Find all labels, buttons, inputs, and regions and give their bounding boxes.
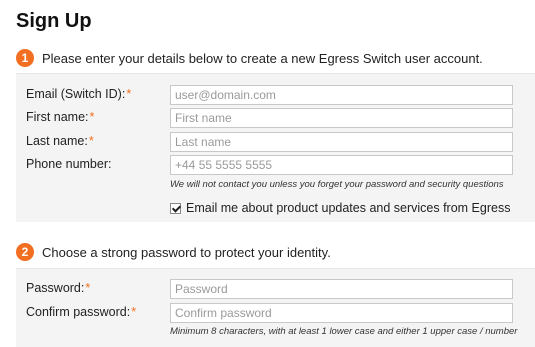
required-marker: * bbox=[85, 281, 91, 295]
password-label: Password:* bbox=[26, 281, 91, 295]
password-field[interactable] bbox=[170, 279, 513, 299]
required-marker: * bbox=[89, 110, 95, 124]
step-1-text: Please enter your details below to creat… bbox=[42, 50, 483, 66]
confirm-password-label: Confirm password:* bbox=[26, 305, 137, 319]
first-name-label: First name:* bbox=[26, 110, 95, 124]
marketing-opt-in[interactable]: Email me about product updates and servi… bbox=[170, 201, 510, 215]
confirm-password-field[interactable] bbox=[170, 303, 513, 323]
last-name-field[interactable] bbox=[170, 132, 513, 152]
step-2-header: 2 Choose a strong password to protect yo… bbox=[16, 243, 331, 261]
last-name-label: Last name:* bbox=[26, 134, 94, 148]
step-1-header: 1 Please enter your details below to cre… bbox=[16, 49, 483, 67]
required-marker: * bbox=[88, 134, 94, 148]
page-title: Sign Up bbox=[16, 10, 92, 32]
step-1-badge: 1 bbox=[16, 49, 34, 67]
required-marker: * bbox=[126, 87, 132, 101]
phone-hint: We will not contact you unless you forge… bbox=[170, 179, 504, 190]
first-name-row: First name:* bbox=[26, 108, 513, 128]
email-field[interactable] bbox=[170, 85, 513, 105]
email-label: Email (Switch ID):* bbox=[26, 87, 132, 101]
account-details-panel: Email (Switch ID):* First name:* Last na… bbox=[16, 73, 535, 222]
marketing-checkbox[interactable] bbox=[170, 202, 181, 214]
marketing-checkbox-label: Email me about product updates and servi… bbox=[186, 201, 511, 215]
phone-label: Phone number: bbox=[26, 157, 112, 171]
password-hint: Minimum 8 characters, with at least 1 lo… bbox=[170, 326, 518, 337]
required-marker: * bbox=[131, 305, 137, 319]
phone-field[interactable] bbox=[170, 155, 513, 175]
phone-row: Phone number: bbox=[26, 155, 513, 175]
password-panel: Password:* Confirm password:* Minimum 8 … bbox=[16, 268, 535, 347]
email-row: Email (Switch ID):* bbox=[26, 85, 513, 105]
password-row: Password:* bbox=[26, 279, 513, 299]
confirm-password-row: Confirm password:* bbox=[26, 303, 513, 323]
step-2-text: Choose a strong password to protect your… bbox=[42, 244, 331, 260]
first-name-field[interactable] bbox=[170, 108, 513, 128]
step-2-badge: 2 bbox=[16, 243, 34, 261]
last-name-row: Last name:* bbox=[26, 132, 513, 152]
